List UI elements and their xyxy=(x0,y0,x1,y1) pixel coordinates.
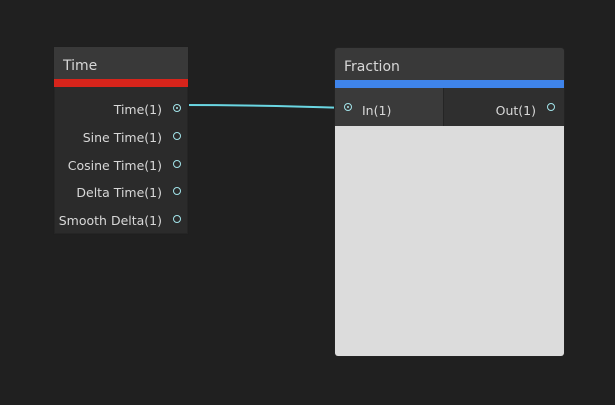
fraction-input-port[interactable]: In(1) xyxy=(335,88,444,126)
port-icon[interactable] xyxy=(173,160,181,168)
fraction-node-title: Fraction xyxy=(344,59,400,75)
time-output-port-cosine-time[interactable]: Cosine Time(1) xyxy=(54,156,190,176)
fraction-node-header[interactable]: Fraction xyxy=(335,48,564,80)
fraction-output-label: Out(1) xyxy=(495,103,536,118)
time-node-accent-bar xyxy=(54,79,188,87)
cosine-time-output-label: Cosine Time(1) xyxy=(67,158,162,173)
time-node[interactable]: Time Time(1) Sine Time(1) Cosine Time(1)… xyxy=(53,46,189,235)
time-output-port-sine-time[interactable]: Sine Time(1) xyxy=(54,128,190,148)
fraction-io-row: In(1) Out(1) xyxy=(335,88,564,126)
time-node-header[interactable]: Time xyxy=(54,47,188,79)
port-connected-icon[interactable] xyxy=(344,103,352,111)
time-output-port-delta-time[interactable]: Delta Time(1) xyxy=(54,183,190,203)
delta-time-output-label: Delta Time(1) xyxy=(76,185,162,200)
time-output-port-smooth-delta[interactable]: Smooth Delta(1) xyxy=(54,211,190,231)
fraction-node-accent-bar xyxy=(335,80,564,88)
fraction-preview xyxy=(335,126,564,356)
port-icon[interactable] xyxy=(547,103,555,111)
time-node-title: Time xyxy=(63,58,98,74)
time-output-port-time[interactable]: Time(1) xyxy=(54,100,190,120)
port-icon[interactable] xyxy=(173,215,181,223)
port-connected-icon[interactable] xyxy=(173,104,181,112)
fraction-node[interactable]: Fraction In(1) Out(1) xyxy=(334,47,565,357)
time-output-label: Time(1) xyxy=(113,102,162,117)
sine-time-output-label: Sine Time(1) xyxy=(82,130,162,145)
port-icon[interactable] xyxy=(173,132,181,140)
port-icon[interactable] xyxy=(173,187,181,195)
fraction-output-port[interactable]: Out(1) xyxy=(444,88,564,126)
fraction-input-label: In(1) xyxy=(362,103,392,118)
smooth-delta-output-label: Smooth Delta(1) xyxy=(58,213,162,228)
